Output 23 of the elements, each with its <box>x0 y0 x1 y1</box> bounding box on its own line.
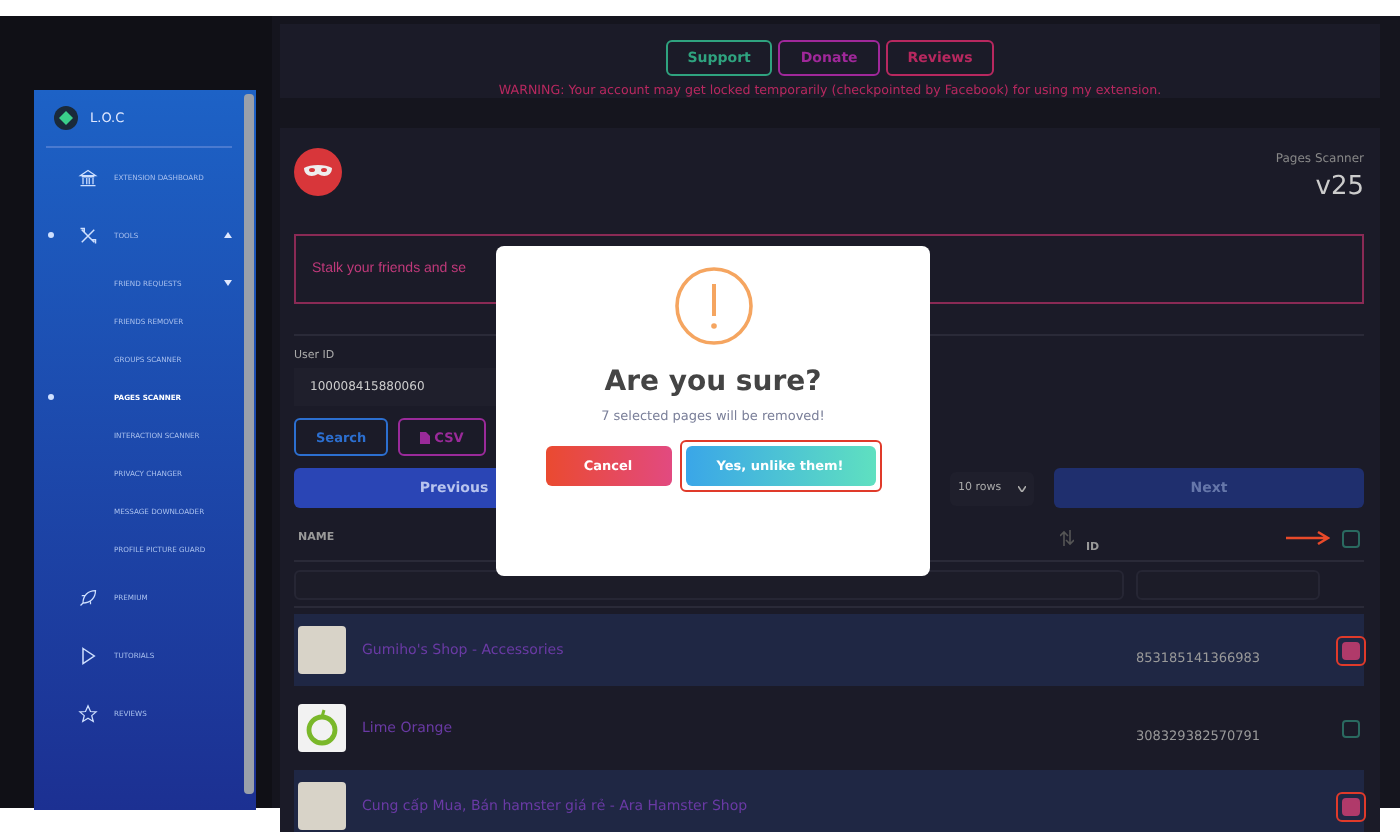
photo-placeholder <box>298 782 346 830</box>
logo-thumbnail <box>298 704 346 752</box>
sort-icon[interactable] <box>1060 530 1074 546</box>
caret-icon <box>224 280 232 286</box>
tools-icon <box>78 225 98 245</box>
row-checkbox[interactable] <box>1341 641 1359 659</box>
tutorials-icon <box>78 645 98 665</box>
logo-icon <box>54 106 78 130</box>
mask-icon <box>294 148 342 196</box>
dashboard-icon <box>78 167 98 187</box>
scrollbar[interactable] <box>244 94 254 794</box>
select-all-checkbox[interactable] <box>1341 529 1359 547</box>
row-checkbox[interactable] <box>1341 719 1359 737</box>
file-icon <box>420 431 431 443</box>
arrow-annotation <box>1286 530 1330 546</box>
reviews-icon <box>78 703 98 723</box>
version-label: v25 <box>1315 172 1364 202</box>
premium-icon <box>78 587 98 607</box>
chevron-down-icon <box>1018 485 1026 491</box>
photo-placeholder <box>298 626 346 674</box>
row-checkbox[interactable] <box>1341 797 1359 815</box>
warning-icon <box>673 266 753 346</box>
caret-icon <box>224 232 232 238</box>
